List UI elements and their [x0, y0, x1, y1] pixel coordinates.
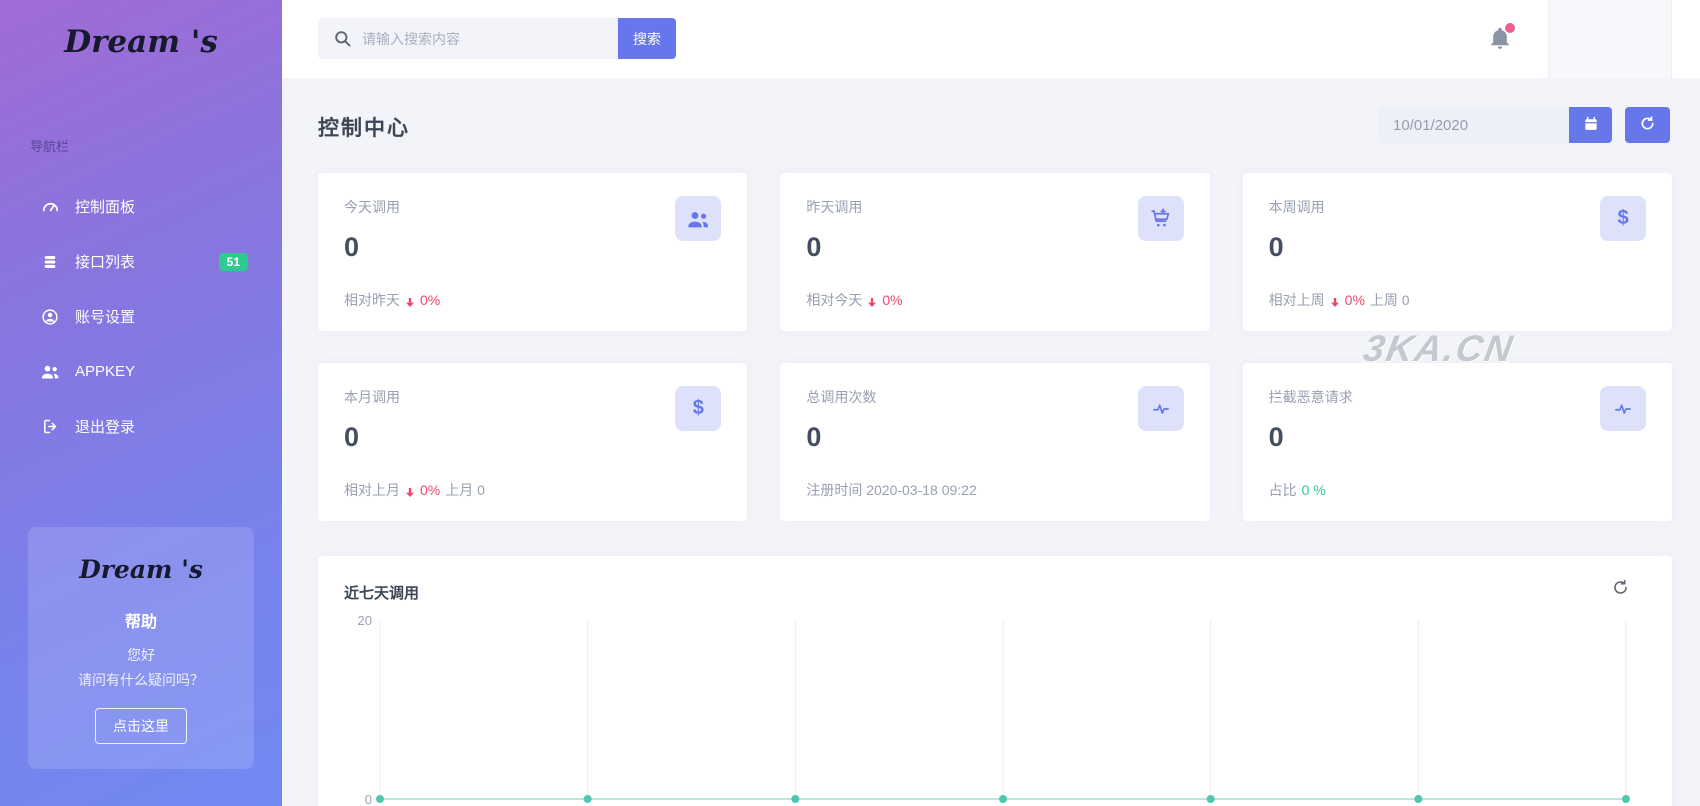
bell-icon — [1487, 38, 1513, 55]
arrow-down-icon — [405, 485, 415, 496]
footer-prefix: 相对今天 — [806, 290, 862, 310]
stat-card-this-month: 本月调用 0 相对上月 0% 上月 0 $ — [318, 363, 747, 521]
card-footer: 相对昨天 0% — [344, 290, 440, 310]
sidebar-item-appkey[interactable]: APPKEY — [0, 344, 282, 399]
date-controls — [1379, 107, 1670, 143]
sidebar-item-label: 退出登录 — [75, 416, 135, 437]
calendar-icon — [1583, 116, 1599, 135]
footer-prefix: 相对昨天 — [344, 290, 400, 310]
stat-card-blocked-requests: 拦截恶意请求 0 占比 0 % — [1243, 363, 1672, 521]
card-label: 本周调用 — [1269, 197, 1646, 217]
stat-card-yesterday: 昨天调用 0 相对今天 0% — [780, 173, 1209, 331]
api-count-badge: 51 — [219, 253, 248, 271]
card-footer: 注册时间 2020-03-18 09:22 — [806, 480, 976, 500]
people-icon — [675, 196, 721, 241]
topbar: 搜索 — [282, 0, 1700, 78]
dashboard-page: Dream 's 导航栏 控制面板 接口列表 51 账号设置 — [0, 0, 1700, 806]
dollar-icon: $ — [1600, 196, 1646, 241]
database-icon — [40, 252, 60, 272]
topbar-user-panel[interactable] — [1549, 0, 1672, 78]
svg-text:0: 0 — [365, 792, 372, 806]
notification-dot — [1505, 23, 1515, 33]
user-circle-icon — [40, 307, 60, 327]
card-value: 0 — [806, 422, 1183, 453]
stat-card-total-calls: 总调用次数 0 注册时间 2020-03-18 09:22 — [780, 363, 1209, 521]
watermark: 3KA.CN — [1360, 328, 1517, 370]
card-value: 0 — [344, 422, 721, 453]
card-label: 总调用次数 — [806, 387, 1183, 407]
chart-card: 20 0 近七天调用 — [318, 556, 1672, 806]
help-card-title: 帮助 — [28, 608, 254, 632]
card-footer: 占比 0 % — [1269, 480, 1326, 500]
arrow-down-icon — [405, 295, 415, 306]
search-input[interactable] — [318, 18, 618, 59]
footer-delta: 0 % — [1302, 482, 1326, 498]
card-footer: 相对今天 0% — [806, 290, 902, 310]
footer-delta: 0% — [1345, 292, 1365, 308]
footer-prefix: 占比 — [1269, 480, 1297, 500]
help-card-logo: Dream 's — [28, 555, 254, 584]
card-value: 0 — [344, 232, 721, 263]
weekly-usage-chart: 20 0 — [318, 556, 1672, 806]
help-contact-button[interactable]: 点击这里 — [95, 708, 187, 744]
card-label: 昨天调用 — [806, 197, 1183, 217]
sidebar-nav: 控制面板 接口列表 51 账号设置 APPKEY — [0, 179, 282, 454]
svg-text:20: 20 — [358, 613, 372, 628]
footer-suffix: 上月 0 — [445, 480, 485, 500]
card-footer: 相对上周 0% 上周 0 — [1269, 290, 1410, 310]
stat-card-today: 今天调用 0 相对昨天 0% — [318, 173, 747, 331]
card-value: 0 — [1269, 232, 1646, 263]
brand-logo: Dream 's — [0, 0, 282, 64]
refresh-button[interactable] — [1625, 107, 1670, 143]
footer-prefix: 相对上周 — [1269, 290, 1325, 310]
activity-icon — [1600, 386, 1646, 431]
help-card-question: 请问有什么疑问吗？ — [28, 670, 254, 690]
page-title: 控制中心 — [318, 112, 410, 142]
card-label: 拦截恶意请求 — [1269, 387, 1646, 407]
footer-suffix: 上周 0 — [1370, 290, 1410, 310]
card-value: 0 — [1269, 422, 1646, 453]
arrow-down-icon — [1330, 295, 1340, 306]
sidebar: Dream 's 导航栏 控制面板 接口列表 51 账号设置 — [0, 0, 282, 806]
calendar-button[interactable] — [1569, 107, 1612, 143]
search-icon — [333, 29, 352, 48]
footer-prefix: 注册时间 2020-03-18 09:22 — [806, 480, 976, 500]
sidebar-item-account-settings[interactable]: 账号设置 — [0, 289, 282, 344]
help-card-greeting: 您好 — [28, 645, 254, 665]
nav-section-label: 导航栏 — [30, 136, 282, 155]
speedometer-icon — [40, 197, 60, 217]
chart-title: 近七天调用 — [344, 582, 419, 603]
search-button[interactable]: 搜索 — [618, 18, 676, 59]
search-box: 搜索 — [318, 18, 676, 59]
sidebar-item-label: APPKEY — [75, 363, 135, 380]
sync-icon — [1639, 115, 1656, 135]
cart-plus-icon — [1138, 196, 1184, 241]
sidebar-item-dashboard[interactable]: 控制面板 — [0, 179, 282, 234]
card-value: 0 — [806, 232, 1183, 263]
refresh-icon — [1611, 585, 1630, 600]
users-icon — [40, 362, 60, 382]
footer-prefix: 相对上月 — [344, 480, 400, 500]
card-footer: 相对上月 0% 上月 0 — [344, 480, 485, 500]
footer-delta: 0% — [420, 292, 440, 308]
arrow-down-icon — [867, 295, 877, 306]
sidebar-item-api-list[interactable]: 接口列表 51 — [0, 234, 282, 289]
activity-icon — [1138, 386, 1184, 431]
footer-delta: 0% — [882, 292, 902, 308]
date-input[interactable] — [1379, 107, 1569, 143]
sidebar-item-logout[interactable]: 退出登录 — [0, 399, 282, 454]
sidebar-item-label: 账号设置 — [75, 306, 135, 327]
stat-card-this-week: 本周调用 0 相对上周 0% 上周 0 $ — [1243, 173, 1672, 331]
help-card: Dream 's 帮助 您好 请问有什么疑问吗？ 点击这里 — [28, 527, 254, 769]
main-content: 控制中心 今天调用 0 相对昨天 0% — [282, 78, 1700, 806]
dollar-icon: $ — [675, 386, 721, 431]
sidebar-item-label: 接口列表 — [75, 251, 135, 272]
card-label: 今天调用 — [344, 197, 721, 217]
sidebar-item-label: 控制面板 — [75, 196, 135, 217]
footer-delta: 0% — [420, 482, 440, 498]
card-label: 本月调用 — [344, 387, 721, 407]
logout-icon — [40, 417, 60, 437]
chart-refresh-button[interactable] — [1610, 578, 1630, 598]
notifications-button[interactable] — [1487, 25, 1517, 55]
